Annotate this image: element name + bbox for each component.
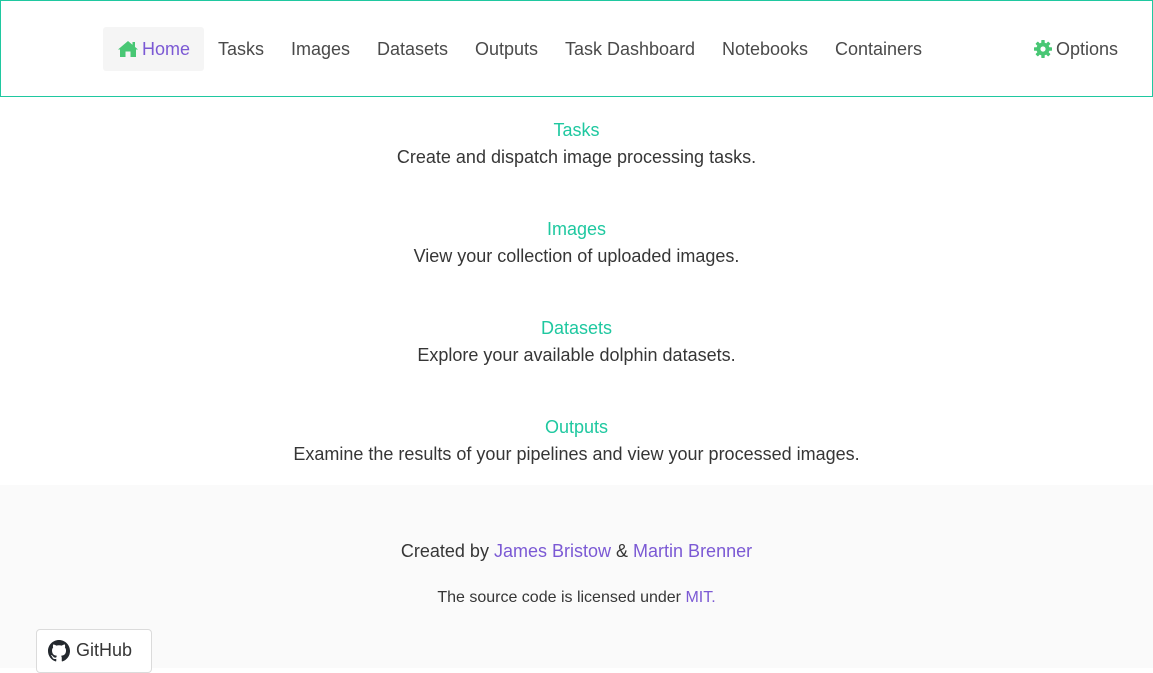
section-datasets: Datasets Explore your available dolphin … [0, 317, 1153, 366]
section-outputs-description: Examine the results of your pipelines an… [293, 444, 860, 464]
nav-containers-label: Containers [835, 38, 923, 59]
nav-home-label: Home [142, 38, 191, 59]
section-tasks: Tasks Create and dispatch image processi… [0, 119, 1153, 168]
gear-icon [1033, 39, 1053, 59]
section-images-description: View your collection of uploaded images. [413, 246, 740, 266]
nav-datasets[interactable]: Datasets [363, 27, 462, 71]
navbar: Home Tasks Images Datasets Outputs Task … [0, 0, 1153, 97]
author-link-james-bristow[interactable]: James Bristow [494, 541, 611, 561]
nav-task-dashboard-label: Task Dashboard [565, 38, 696, 59]
credits-line: Created by James Bristow & Martin Brenne… [0, 541, 1153, 562]
license-text: The source code is licensed under [437, 589, 682, 606]
section-outputs: Outputs Examine the results of your pipe… [0, 416, 1153, 465]
github-button-label: GitHub [76, 640, 133, 660]
nav-task-dashboard[interactable]: Task Dashboard [551, 27, 709, 71]
nav-tasks[interactable]: Tasks [204, 27, 278, 71]
nav-outputs[interactable]: Outputs [461, 27, 552, 71]
nav-datasets-label: Datasets [377, 38, 449, 59]
nav-notebooks-label: Notebooks [722, 38, 809, 59]
license-link-mit[interactable]: MIT. [685, 589, 715, 606]
github-button[interactable]: GitHub [36, 629, 152, 673]
nav-outputs-label: Outputs [475, 38, 539, 59]
nav-images-label: Images [291, 38, 351, 59]
section-datasets-title[interactable]: Datasets [541, 317, 612, 339]
nav-images[interactable]: Images [277, 27, 364, 71]
section-datasets-description: Explore your available dolphin datasets. [417, 345, 736, 365]
section-images-title[interactable]: Images [547, 218, 606, 240]
license-line: The source code is licensed under MIT. [0, 589, 1153, 607]
ampersand-text: & [616, 541, 629, 561]
created-by-text: Created by [400, 541, 489, 561]
nav-options-label: Options [1056, 38, 1119, 59]
home-icon [117, 40, 139, 58]
footer: Created by James Bristow & Martin Brenne… [0, 485, 1153, 668]
nav-containers[interactable]: Containers [821, 27, 936, 71]
author-link-martin-brenner[interactable]: Martin Brenner [633, 541, 752, 561]
nav-home[interactable]: Home [103, 27, 204, 71]
nav-notebooks[interactable]: Notebooks [708, 27, 822, 71]
section-tasks-title[interactable]: Tasks [553, 119, 599, 141]
nav-tasks-label: Tasks [218, 38, 265, 59]
github-icon [48, 640, 70, 662]
section-tasks-description: Create and dispatch image processing tas… [396, 147, 757, 167]
section-images: Images View your collection of uploaded … [0, 218, 1153, 267]
nav-options[interactable]: Options [1019, 27, 1132, 71]
section-outputs-title[interactable]: Outputs [545, 416, 608, 438]
